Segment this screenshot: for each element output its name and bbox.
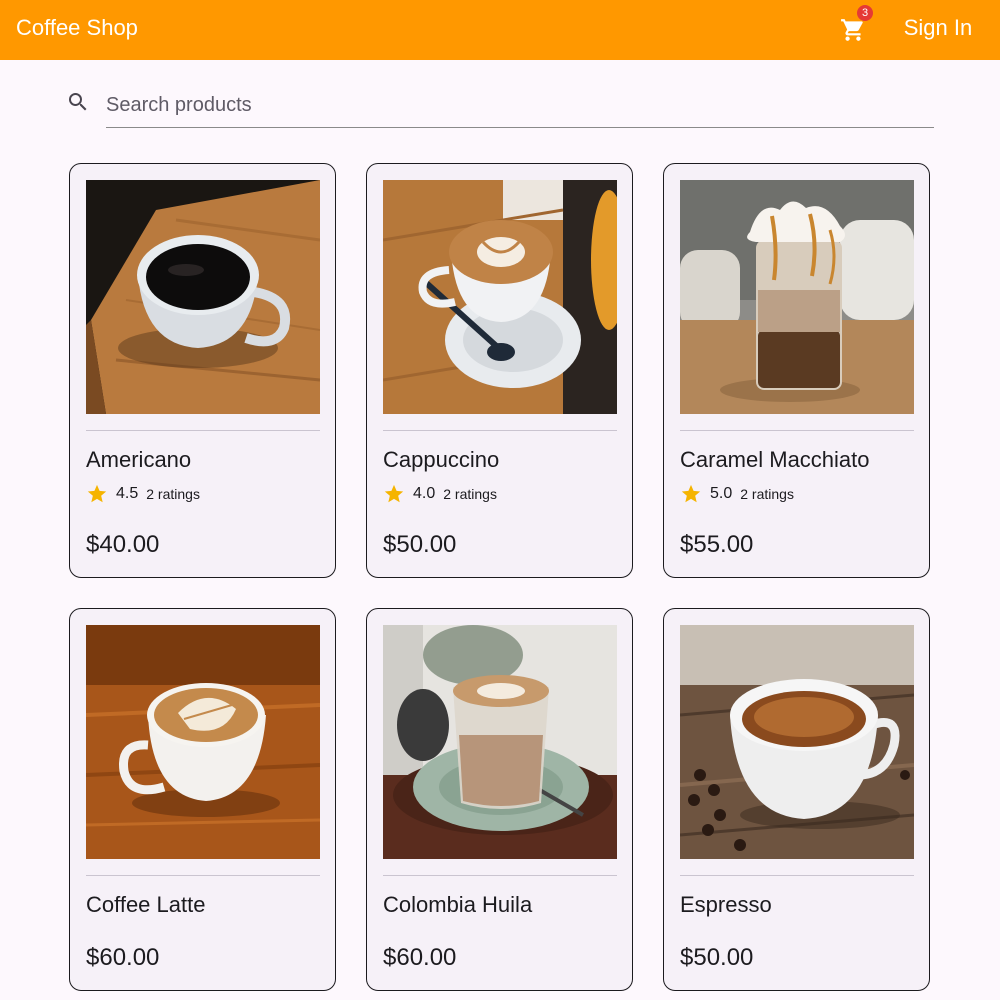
product-name: Cappuccino [383, 447, 500, 472]
product-card-americano[interactable]: Americano 4.5 2 ratings $40.00 [69, 163, 336, 578]
cart-count-badge: 3 [857, 5, 873, 21]
search-icon [69, 93, 87, 111]
rating-value: 4.5 [116, 485, 139, 502]
product-name: Americano [86, 447, 192, 472]
rating-value: 5.0 [710, 485, 733, 502]
product-image-caramel-macchiato [680, 180, 914, 414]
rating-count: 2 ratings [146, 486, 200, 502]
product-image-espresso [680, 625, 914, 859]
app-bar: Coffee Shop 3 Sign In [0, 0, 1000, 60]
rating-count: 2 ratings [740, 486, 794, 502]
product-price: $60.00 [86, 944, 160, 971]
product-image-cappuccino [383, 180, 617, 414]
product-name: Espresso [680, 892, 772, 917]
card-divider [383, 430, 617, 431]
star-icon [384, 484, 404, 503]
product-rating: 4.0 2 ratings [383, 482, 497, 506]
rating-count: 2 ratings [443, 486, 497, 502]
product-name: Coffee Latte [86, 892, 206, 917]
product-price: $50.00 [383, 531, 457, 558]
star-icon [87, 484, 107, 503]
product-card-espresso[interactable]: Espresso $50.00 [663, 608, 930, 991]
star-icon [681, 484, 701, 503]
product-image-colombia-huila [383, 625, 617, 859]
product-card-caramel-macchiato[interactable]: Caramel Macchiato 5.0 2 ratings $55.00 [663, 163, 930, 578]
app-title: Coffee Shop [16, 15, 138, 40]
product-price: $60.00 [383, 944, 457, 971]
shopping-cart-icon [841, 19, 863, 41]
product-image-americano [86, 180, 320, 414]
product-card-colombia-huila[interactable]: Colombia Huila $60.00 [366, 608, 633, 991]
cart-button[interactable]: 3 [836, 5, 873, 46]
product-price: $40.00 [86, 531, 160, 558]
product-price: $55.00 [680, 531, 754, 558]
product-rating: 5.0 2 ratings [680, 482, 794, 506]
product-card-cappuccino[interactable]: Cappuccino 4.0 2 ratings $50.00 [366, 163, 633, 578]
card-divider [680, 875, 914, 876]
product-name: Colombia Huila [383, 892, 533, 917]
product-image-coffee-latte [86, 625, 320, 859]
card-divider [383, 875, 617, 876]
sign-in-button[interactable]: Sign In [890, 10, 986, 46]
search-input[interactable] [106, 84, 934, 128]
card-divider [680, 430, 914, 431]
rating-value: 4.0 [413, 485, 436, 502]
product-price: $50.00 [680, 944, 754, 971]
product-rating: 4.5 2 ratings [86, 482, 200, 506]
product-name: Caramel Macchiato [680, 447, 870, 472]
card-divider [86, 875, 320, 876]
card-divider [86, 430, 320, 431]
product-card-coffee-latte[interactable]: Coffee Latte $60.00 [69, 608, 336, 991]
